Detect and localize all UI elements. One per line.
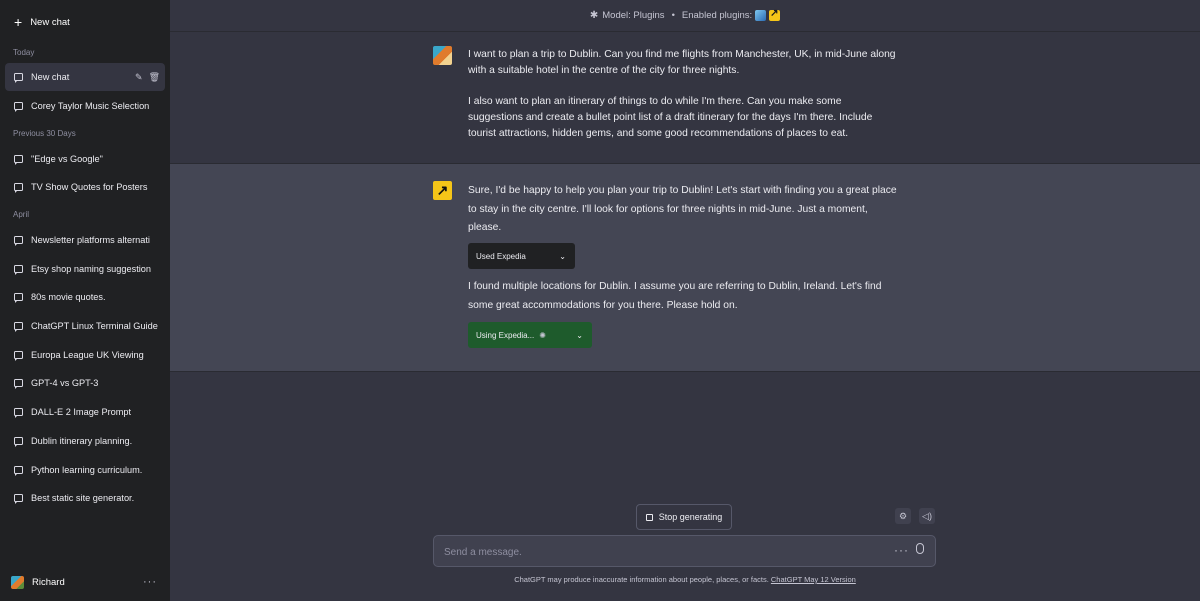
more-icon[interactable]: ··· — [894, 543, 909, 557]
sidebar-item[interactable]: ChatGPT Linux Terminal Guide — [5, 312, 165, 340]
sidebar-item[interactable]: TV Show Quotes for Posters — [5, 173, 165, 201]
speaker-icon[interactable]: ◁) — [919, 508, 935, 524]
sidebar-item-label: GPT-4 vs GPT-3 — [31, 378, 99, 388]
chat-bubble-icon — [14, 322, 23, 332]
trash-icon[interactable]: 🗑 — [149, 72, 160, 83]
chat-bubble-icon — [14, 437, 23, 447]
sidebar-item-label: New chat — [31, 72, 70, 82]
stop-generating-label: Stop generating — [658, 512, 723, 522]
sidebar: + New chat Today New chat ✎ 🗑 Corey Tayl… — [0, 0, 170, 601]
chat-bubble-icon — [14, 102, 23, 112]
user-message-paragraph-2: I also want to plan an itinerary of thin… — [468, 96, 873, 139]
sidebar-item-label: Europa League UK Viewing — [31, 350, 144, 360]
user-name: Richard — [32, 576, 65, 588]
sidebar-item-label: Newsletter platforms alternati — [31, 235, 150, 245]
new-chat-button[interactable]: + New chat — [5, 8, 165, 36]
sidebar-item-label: Etsy shop naming suggestion — [31, 264, 152, 274]
sidebar-item[interactable]: Europa League UK Viewing — [5, 341, 165, 369]
chat-bubble-icon — [14, 293, 23, 303]
chat-bubble-icon — [14, 466, 23, 476]
sidebar-item-label: "Edge vs Google" — [31, 154, 103, 164]
plugin-used-toggle[interactable]: Used Expedia ⌄ — [468, 243, 575, 269]
chevron-down-icon: ⌄ — [559, 251, 566, 261]
sidebar-item[interactable]: Etsy shop naming suggestion — [5, 255, 165, 283]
sidebar-item-label: Python learning curriculum. — [31, 465, 143, 475]
user-message: I want to plan a trip to Dublin. Can you… — [170, 32, 1200, 164]
edit-icon[interactable]: ✎ — [135, 72, 143, 83]
sidebar-item[interactable]: Newsletter platforms alternati — [5, 226, 165, 254]
sidebar-item[interactable]: Python learning curriculum. — [5, 456, 165, 484]
settings-icon[interactable]: ⚙ — [895, 508, 911, 524]
sidebar-item[interactable]: Best static site generator. — [5, 484, 165, 512]
section-label-april: April — [13, 210, 30, 219]
disclaimer-text: ChatGPT may produce inaccurate informati… — [514, 575, 769, 584]
separator-dot: • — [671, 10, 675, 21]
plugin-using-toggle[interactable]: Using Expedia... ✺ ⌄ — [468, 322, 592, 348]
sidebar-item-label: 80s movie quotes. — [31, 292, 106, 302]
stop-generating-button[interactable]: Stop generating — [636, 504, 732, 530]
new-chat-label: New chat — [30, 16, 70, 28]
puzzle-icon: ✱ — [589, 10, 599, 21]
sidebar-item[interactable]: DALL-E 2 Image Prompt — [5, 398, 165, 426]
plugin-using-label: Using Expedia... — [476, 330, 535, 340]
sidebar-item-label: DALL-E 2 Image Prompt — [31, 407, 132, 417]
microphone-icon[interactable] — [916, 543, 924, 554]
avatar — [433, 46, 452, 65]
sidebar-item-label: Dublin itinerary planning. — [31, 436, 133, 446]
chat-bubble-icon — [14, 408, 23, 418]
enabled-plugins-label: Enabled plugins: — [681, 10, 753, 21]
message-input[interactable] — [444, 543, 874, 561]
version-link[interactable]: ChatGPT May 12 Version — [771, 575, 856, 584]
assistant-message: ↗ Sure, I'd be happy to help you plan yo… — [170, 164, 1200, 372]
sidebar-item[interactable]: New chat ✎ 🗑 — [5, 63, 165, 91]
sidebar-item[interactable]: 80s movie quotes. — [5, 283, 165, 311]
main-panel: ✱ Model: Plugins • Enabled plugins: I wa… — [170, 0, 1200, 601]
sidebar-item-label: TV Show Quotes for Posters — [31, 182, 148, 192]
plus-icon: + — [14, 14, 23, 30]
user-message-paragraph-1: I want to plan a trip to Dublin. Can you… — [468, 49, 896, 76]
disclaimer: ChatGPT may produce inaccurate informati… — [170, 575, 1200, 584]
sidebar-item-label: Corey Taylor Music Selection — [31, 101, 150, 111]
section-label-previous-30-days: Previous 30 Days — [13, 129, 76, 138]
sidebar-item[interactable]: Dublin itinerary planning. — [5, 427, 165, 455]
stop-icon — [645, 513, 653, 521]
chat-bubble-icon — [14, 155, 23, 165]
sidebar-item[interactable]: GPT-4 vs GPT-3 — [5, 369, 165, 397]
chat-bubble-icon — [14, 265, 23, 275]
chat-bubble-icon — [14, 494, 23, 504]
model-label: Model: Plugins — [602, 10, 665, 21]
message-composer: ··· — [433, 535, 936, 567]
sidebar-item-label: ChatGPT Linux Terminal Guide — [31, 321, 158, 331]
user-menu[interactable]: Richard ··· — [5, 570, 165, 594]
expedia-avatar-icon: ↗ — [433, 181, 452, 200]
spinner-icon: ✺ — [539, 330, 546, 340]
chat-bubble-icon — [14, 183, 23, 193]
chat-bubble-icon — [14, 351, 23, 361]
chat-bubble-icon — [14, 73, 23, 83]
chat-bubble-icon — [14, 236, 23, 246]
assistant-message-paragraph-2: I found multiple locations for Dublin. I… — [468, 281, 882, 311]
plugin-icon-1 — [755, 10, 767, 21]
model-bar: ✱ Model: Plugins • Enabled plugins: — [170, 0, 1200, 32]
sidebar-item[interactable]: Corey Taylor Music Selection — [5, 92, 165, 120]
assistant-message-paragraph-1: Sure, I'd be happy to help you plan your… — [468, 185, 897, 233]
more-options-icon[interactable]: ··· — [143, 576, 157, 588]
section-label-today: Today — [13, 48, 35, 57]
sidebar-item-label: Best static site generator. — [31, 493, 135, 503]
expedia-plugin-icon — [769, 8, 781, 21]
avatar — [11, 575, 24, 589]
sidebar-item[interactable]: "Edge vs Google" — [5, 145, 165, 173]
plugin-used-label: Used Expedia — [476, 251, 526, 261]
chat-bubble-icon — [14, 379, 23, 389]
chevron-down-icon: ⌄ — [576, 330, 583, 340]
